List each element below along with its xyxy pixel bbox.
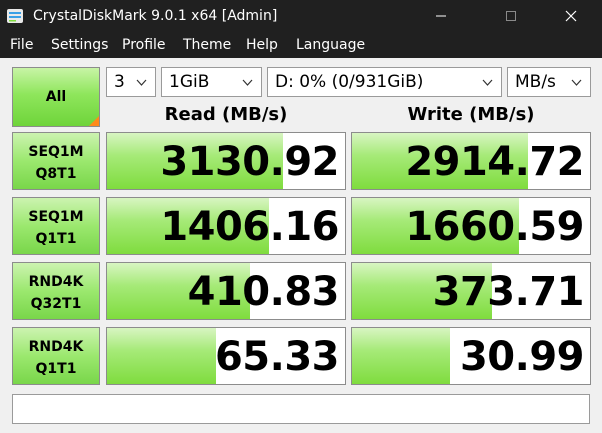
window-title: CrystalDiskMark 9.0.1 x64 [Admin] [33,8,278,24]
test-size-value: 1GiB [169,72,210,92]
test-count-select[interactable]: 3 [106,67,156,97]
chevron-down-icon [242,79,253,86]
menu-file[interactable]: File [10,36,33,54]
test-button-rnd4k-q1t1[interactable]: RND4K Q1T1 [12,327,100,385]
read-value: 1406.16 [160,204,339,250]
chevron-down-icon [571,79,582,86]
drive-select[interactable]: D: 0% (0/931GiB) [267,67,502,97]
read-header: Read (MB/s) [164,104,288,125]
test-name: SEQ1M [28,209,84,225]
minimize-icon [436,15,446,17]
write-header: Write (MB/s) [407,104,535,125]
write-value: 2914.72 [405,139,584,185]
write-value: 1660.59 [405,204,584,250]
write-result-rnd4k-q32t1: 373.71 [351,262,591,320]
write-result-seq1m-q1t1: 1660.59 [351,197,591,255]
title-bar: CrystalDiskMark 9.0.1 x64 [Admin] [0,0,602,32]
test-button-seq1m-q1t1[interactable]: SEQ1M Q1T1 [12,197,100,255]
read-value: 3130.92 [160,139,339,185]
read-result-seq1m-q8t1: 3130.92 [106,132,346,190]
read-value: 410.83 [187,269,340,315]
all-button-label: All [45,89,67,105]
read-fill-bar [107,328,217,384]
write-result-rnd4k-q1t1: 30.99 [351,327,591,385]
close-icon [565,10,577,22]
write-fill-bar [352,328,450,384]
comment-field[interactable] [12,394,590,424]
unit-select[interactable]: MB/s [507,67,591,97]
minimize-button[interactable] [418,0,464,32]
crystaldiskmark-icon [7,9,23,23]
main-panel: All 3 1GiB D: 0% (0/931GiB) MB/s Read (M… [0,58,602,433]
drive-value: D: 0% (0/931GiB) [275,72,424,92]
read-result-rnd4k-q32t1: 410.83 [106,262,346,320]
chevron-down-icon [482,79,493,86]
test-name: SEQ1M [28,144,84,160]
test-params: Q1T1 [35,231,77,247]
test-name: RND4K [28,274,84,290]
close-button[interactable] [548,0,594,32]
write-value: 373.71 [432,269,585,315]
menu-help[interactable]: Help [246,36,278,54]
test-params: Q8T1 [35,166,77,182]
unit-value: MB/s [515,72,556,92]
test-count-value: 3 [114,72,125,92]
chevron-down-icon [136,79,147,86]
maximize-button[interactable] [488,0,534,32]
maximize-icon [506,11,516,21]
menu-settings[interactable]: Settings [51,36,108,54]
write-result-seq1m-q8t1: 2914.72 [351,132,591,190]
corner-marker [89,116,99,126]
test-params: Q32T1 [30,296,82,312]
test-name: RND4K [28,339,84,355]
write-value: 30.99 [459,334,585,380]
all-button[interactable]: All [12,67,100,127]
test-button-rnd4k-q32t1[interactable]: RND4K Q32T1 [12,262,100,320]
read-result-rnd4k-q1t1: 65.33 [106,327,346,385]
test-size-select[interactable]: 1GiB [161,67,262,97]
test-params: Q1T1 [35,361,77,377]
menu-bar: File Settings Profile Theme Help Languag… [0,32,602,58]
read-result-seq1m-q1t1: 1406.16 [106,197,346,255]
read-value: 65.33 [214,334,340,380]
test-button-seq1m-q8t1[interactable]: SEQ1M Q8T1 [12,132,100,190]
menu-language[interactable]: Language [296,36,365,54]
menu-profile[interactable]: Profile [122,36,166,54]
menu-theme[interactable]: Theme [183,36,231,54]
